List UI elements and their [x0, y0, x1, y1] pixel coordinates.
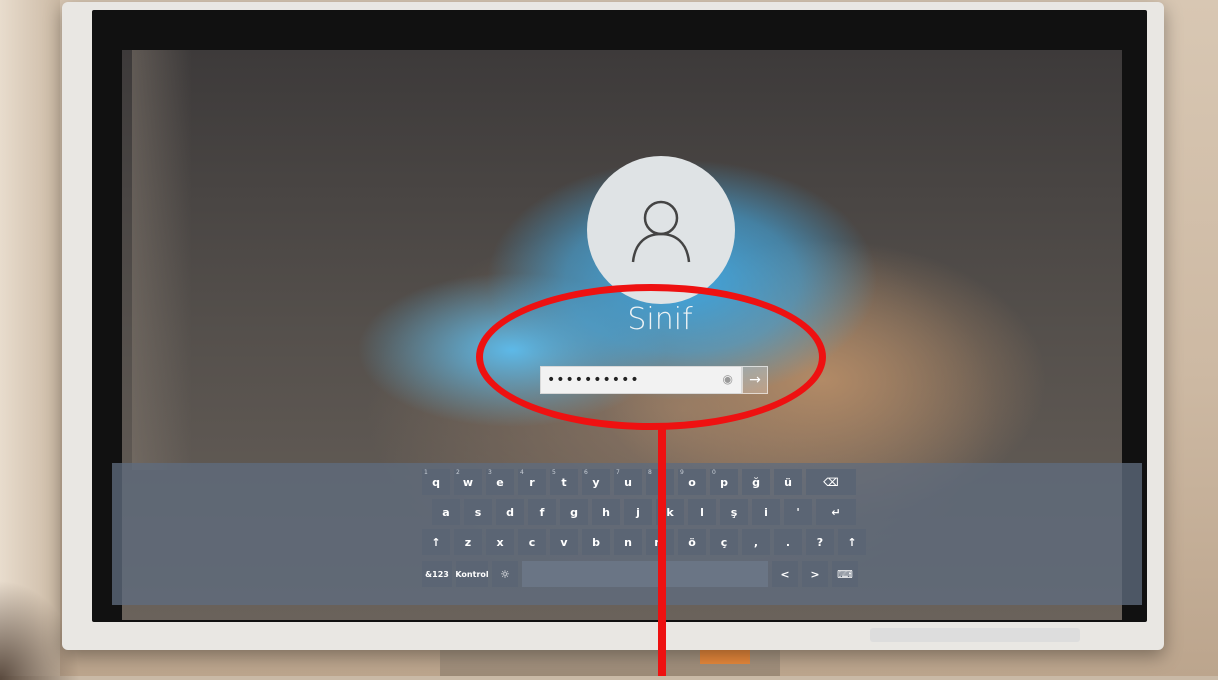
keyboard-row-4: &123 Kontrol ☼ < > ⌨ [422, 561, 858, 587]
key-j[interactable]: j [624, 499, 652, 525]
keyboard-row-1: 1q 2w 3e 4r 5t 6y 7u 8ı 9o 0p ğ ü ⌫ [422, 469, 856, 495]
enter-icon: ↵ [831, 505, 841, 519]
user-avatar [587, 156, 735, 304]
keyboard-row-2: a s d f g h j k l ş i ' ↵ [432, 499, 856, 525]
key-g[interactable]: g [560, 499, 588, 525]
red-annotation-line [658, 428, 666, 676]
shift-left-key[interactable]: ↑ [422, 529, 450, 555]
chevron-right-icon: > [810, 567, 820, 581]
key-o[interactable]: 9o [678, 469, 706, 495]
key-p[interactable]: 0p [710, 469, 738, 495]
key-c[interactable]: c [518, 529, 546, 555]
key-c-cedilla[interactable]: ç [710, 529, 738, 555]
key-a[interactable]: a [432, 499, 460, 525]
right-arrow-key[interactable]: > [802, 561, 828, 587]
red-annotation-circle [476, 284, 826, 430]
key-n[interactable]: n [614, 529, 642, 555]
keyboard-layout-key[interactable]: ⌨ [832, 561, 858, 587]
touch-keyboard: 1q 2w 3e 4r 5t 6y 7u 8ı 9o 0p ğ ü ⌫ a s … [422, 465, 866, 593]
key-apostrophe[interactable]: ' [784, 499, 812, 525]
shelf [0, 0, 60, 676]
keyboard-row-3: ↑ z x c v b n m ö ç , . ? ↑ [422, 529, 866, 555]
key-o-umlaut[interactable]: ö [678, 529, 706, 555]
key-y[interactable]: 6y [582, 469, 610, 495]
wallpaper-reflection [132, 50, 192, 470]
key-x[interactable]: x [486, 529, 514, 555]
key-period[interactable]: . [774, 529, 802, 555]
sun-icon: ☼ [500, 567, 510, 581]
key-d[interactable]: d [496, 499, 524, 525]
key-comma[interactable]: , [742, 529, 770, 555]
chevron-left-icon: < [780, 567, 790, 581]
key-w[interactable]: 2w [454, 469, 482, 495]
enter-key[interactable]: ↵ [816, 499, 856, 525]
key-z[interactable]: z [454, 529, 482, 555]
key-u-umlaut[interactable]: ü [774, 469, 802, 495]
shift-icon: ↑ [847, 535, 857, 549]
key-i[interactable]: i [752, 499, 780, 525]
shift-right-key[interactable]: ↑ [838, 529, 866, 555]
key-h[interactable]: h [592, 499, 620, 525]
key-f[interactable]: f [528, 499, 556, 525]
key-b[interactable]: b [582, 529, 610, 555]
key-s[interactable]: s [464, 499, 492, 525]
control-key[interactable]: Kontrol [455, 561, 489, 587]
key-u[interactable]: 7u [614, 469, 642, 495]
key-r[interactable]: 4r [518, 469, 546, 495]
key-l[interactable]: l [688, 499, 716, 525]
key-v[interactable]: v [550, 529, 578, 555]
left-arrow-key[interactable]: < [772, 561, 798, 587]
user-icon [631, 200, 691, 263]
space-key[interactable] [522, 561, 768, 587]
numbers-key[interactable]: &123 [422, 561, 452, 587]
key-question[interactable]: ? [806, 529, 834, 555]
emoji-key[interactable]: ☼ [492, 561, 518, 587]
keyboard-icon: ⌨ [837, 567, 853, 581]
key-t[interactable]: 5t [550, 469, 578, 495]
key-e[interactable]: 3e [486, 469, 514, 495]
backspace-icon: ⌫ [823, 475, 839, 489]
monitor-speaker-bar [870, 628, 1080, 642]
backspace-key[interactable]: ⌫ [806, 469, 856, 495]
key-g-breve[interactable]: ğ [742, 469, 770, 495]
key-q[interactable]: 1q [422, 469, 450, 495]
shift-icon: ↑ [431, 535, 441, 549]
key-s-cedilla[interactable]: ş [720, 499, 748, 525]
